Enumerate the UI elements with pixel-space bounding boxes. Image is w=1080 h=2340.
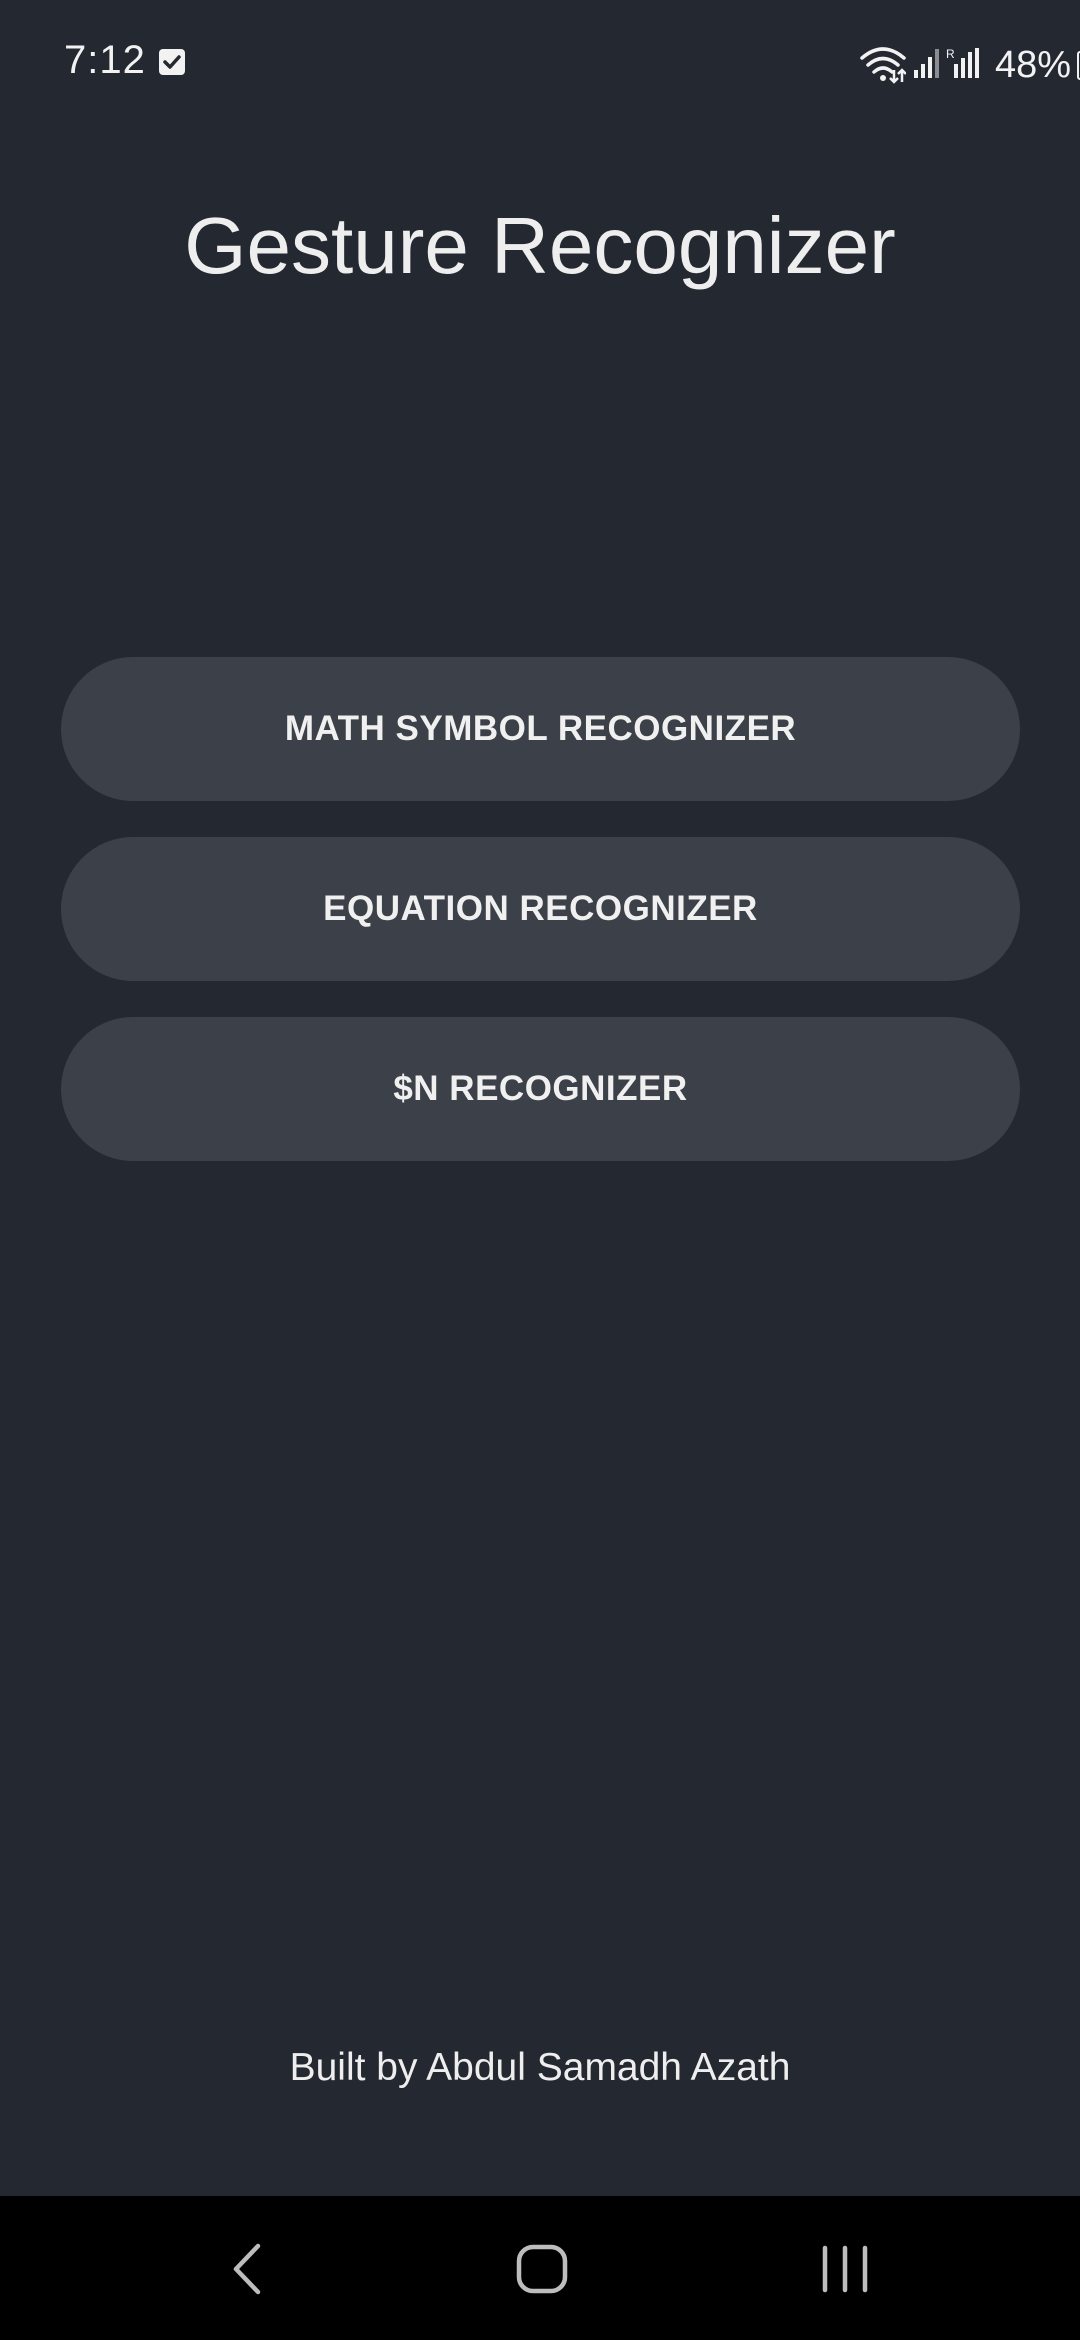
navigation-bar xyxy=(0,2196,1080,2340)
status-time: 7:12 xyxy=(64,38,146,82)
home-icon[interactable] xyxy=(512,2236,572,2302)
back-icon[interactable] xyxy=(220,2236,280,2302)
signal-icon: R xyxy=(946,47,979,78)
math-symbol-recognizer-button[interactable]: MATH SYMBOL RECOGNIZER xyxy=(61,657,1020,801)
signal-icon xyxy=(914,49,939,78)
n-recognizer-button[interactable]: $N RECOGNIZER xyxy=(61,1017,1020,1161)
footer-credit: Built by Abdul Samadh Azath xyxy=(289,2046,791,2089)
page-title: Gesture Recognizer xyxy=(184,201,896,290)
status-icons: R 48% xyxy=(760,40,1080,90)
status-bar: 7:12 R 48% xyxy=(0,0,1080,130)
checkbox-icon xyxy=(159,49,185,75)
svg-text:R: R xyxy=(946,47,955,61)
equation-recognizer-button[interactable]: EQUATION RECOGNIZER xyxy=(61,837,1020,981)
wifi-icon xyxy=(860,47,906,84)
battery-percent: 48% xyxy=(995,44,1072,86)
recents-icon[interactable] xyxy=(815,2236,875,2302)
